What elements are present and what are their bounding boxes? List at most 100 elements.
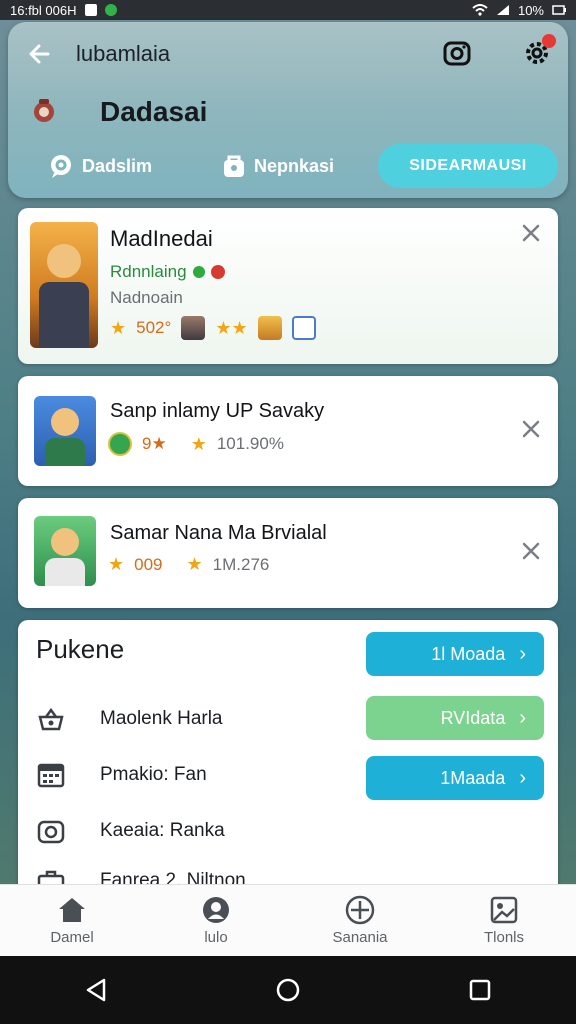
button-label: RVIdata bbox=[440, 707, 506, 728]
circle-home-icon bbox=[276, 978, 300, 1002]
app-title: lubamlaia bbox=[76, 41, 171, 66]
home-icon bbox=[57, 895, 87, 925]
wifi-icon bbox=[472, 4, 488, 16]
maada-button[interactable]: 1Maada › bbox=[366, 756, 544, 800]
tab-label: Dadslim bbox=[82, 155, 153, 176]
system-home-button[interactable] bbox=[258, 960, 318, 1020]
system-back-button[interactable] bbox=[66, 960, 126, 1020]
heart-icon bbox=[210, 265, 225, 279]
settings-button[interactable] bbox=[520, 34, 556, 70]
camera-icon bbox=[443, 41, 471, 66]
close-icon bbox=[522, 224, 540, 242]
card-meta: ★ 009 ★ 1M.276 bbox=[108, 554, 269, 575]
signal-icon bbox=[496, 5, 509, 15]
close-icon bbox=[522, 542, 540, 560]
card-rating: 502° bbox=[136, 318, 172, 337]
star-icon: ★ bbox=[110, 317, 127, 338]
notification-icon bbox=[84, 4, 97, 16]
nav-item-profile[interactable]: lulo bbox=[161, 895, 271, 946]
card-title: MadInedai bbox=[110, 226, 213, 251]
card-stat: 1M.276 bbox=[212, 554, 270, 574]
system-recents-button[interactable] bbox=[450, 960, 510, 1020]
card-meta: ★ 502° ★★ bbox=[110, 316, 316, 340]
rvidata-button[interactable]: RVIdata › bbox=[366, 696, 544, 740]
list-item-label: Kaeaia: Ranka bbox=[100, 820, 225, 841]
list-item-label: Pmakio: Fan bbox=[100, 764, 207, 785]
list-item-label: Maolenk Harla bbox=[100, 708, 223, 729]
dismiss-button[interactable] bbox=[520, 540, 542, 562]
calendar-icon bbox=[36, 760, 66, 790]
player-avatar bbox=[291, 316, 316, 340]
star-icon: ★ bbox=[190, 433, 207, 454]
basket-icon bbox=[36, 704, 66, 734]
profile-icon bbox=[201, 895, 231, 925]
square-recents-icon bbox=[469, 979, 491, 1001]
bottom-navigation: Damel lulo Sanania Tlonls bbox=[0, 884, 576, 956]
nav-item-gallery[interactable]: Tlonls bbox=[449, 895, 559, 946]
card-thumbnail bbox=[30, 222, 98, 348]
nav-label: Damel bbox=[50, 929, 94, 946]
card-stat: 101.90% bbox=[216, 434, 284, 453]
star-icon: ★ bbox=[186, 554, 203, 574]
battery-icon bbox=[552, 5, 566, 15]
nav-item-explore[interactable]: Sanania bbox=[305, 895, 415, 946]
tab-dadslim[interactable]: Dadslim bbox=[38, 144, 208, 188]
dismiss-button[interactable] bbox=[520, 222, 542, 244]
bag-icon bbox=[224, 155, 244, 177]
list-item-kaeaia[interactable]: Kaeaia: Ranka bbox=[36, 816, 225, 846]
card-stat: 009 bbox=[134, 554, 163, 574]
card-stat: 9★ bbox=[142, 434, 167, 453]
camera-icon bbox=[36, 816, 66, 846]
card-thumbnail bbox=[34, 516, 96, 586]
card-subtitle-row: Rdnnlaing bbox=[110, 262, 225, 282]
tab-label: SIDEARMAUSI bbox=[409, 157, 527, 174]
nav-label: Tlonls bbox=[483, 929, 524, 946]
moada-button[interactable]: 1l Moada › bbox=[366, 632, 544, 676]
tab-sidearmausi[interactable]: SIDEARMAUSI bbox=[378, 144, 558, 188]
chevron-right-icon: › bbox=[519, 706, 526, 729]
list-item-card[interactable]: MadInedai Rdnnlaing Nadnoain ★ 502° ★★ bbox=[18, 208, 558, 364]
app-header: lubamlaia Dadasai Dadslim Nepnkasi SIDEA… bbox=[8, 22, 568, 198]
system-navigation-bar bbox=[0, 956, 576, 1024]
section-logo-icon bbox=[26, 94, 62, 130]
camera-button[interactable] bbox=[440, 36, 474, 70]
leaf-icon bbox=[192, 266, 205, 278]
status-bar: 16:fbl 006H 10% bbox=[0, 0, 576, 20]
chevron-right-icon: › bbox=[519, 642, 526, 665]
card-title: Sanp inlamy UP Savaky bbox=[110, 400, 325, 422]
notification-badge bbox=[542, 34, 556, 48]
card-meta: 9★ ★ 101.90% bbox=[108, 432, 284, 456]
compass-icon bbox=[345, 895, 375, 925]
status-time: 16:fbl 006H bbox=[10, 2, 77, 18]
dismiss-button[interactable] bbox=[520, 418, 542, 440]
triangle-back-icon bbox=[86, 978, 106, 1002]
arrow-left-icon bbox=[29, 44, 50, 64]
button-label: 1Maada bbox=[440, 767, 506, 788]
list-item-card[interactable]: Samar Nana Ma Brvialal ★ 009 ★ 1M.276 bbox=[18, 498, 558, 608]
star-icon: ★ bbox=[108, 554, 125, 574]
list-item-card[interactable]: Sanp inlamy UP Savaky 9★ ★ 101.90% bbox=[18, 376, 558, 486]
card-secondary-text: Nadnoain bbox=[110, 288, 183, 307]
chevron-right-icon: › bbox=[519, 766, 526, 789]
star-icon: ★★ bbox=[215, 317, 248, 338]
card-title: Samar Nana Ma Brvialal bbox=[110, 522, 327, 544]
chat-icon bbox=[51, 155, 71, 178]
button-label: 1l Moada bbox=[431, 643, 506, 664]
tab-nepnkasi[interactable]: Nepnkasi bbox=[212, 144, 370, 188]
badge-icon bbox=[108, 432, 132, 456]
list-item-pmakio[interactable]: Pmakio: Fan bbox=[36, 760, 207, 790]
tab-label: Nepnkasi bbox=[254, 155, 335, 176]
actions-panel: Pukene 1l Moada › RVIdata › 1Maada › Mao… bbox=[18, 620, 558, 920]
nav-label: lulo bbox=[204, 929, 228, 946]
battery-percent: 10% bbox=[517, 2, 544, 18]
card-subtitle: Rdnnlaing bbox=[110, 262, 187, 281]
back-button[interactable] bbox=[8, 22, 72, 86]
app-status-icon bbox=[104, 4, 117, 16]
panel-title: Pukene bbox=[36, 634, 125, 664]
section-title: Dadasai bbox=[100, 96, 208, 127]
nav-item-home[interactable]: Damel bbox=[17, 895, 127, 946]
list-item-maolenk[interactable]: Maolenk Harla bbox=[36, 704, 223, 734]
player-avatar bbox=[257, 316, 282, 340]
nav-label: Sanania bbox=[332, 929, 388, 946]
close-icon bbox=[522, 420, 540, 438]
